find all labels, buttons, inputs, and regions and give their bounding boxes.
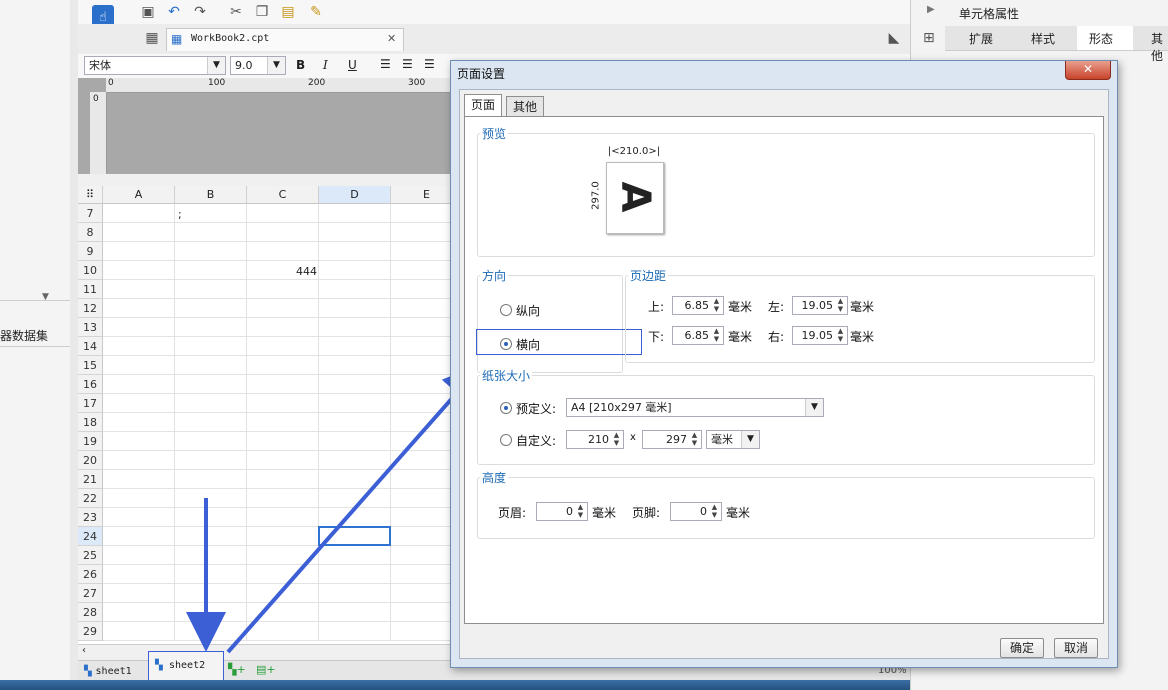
dialog-title: 页面设置 [457, 67, 506, 81]
custom-unit-value: 毫米 [711, 433, 733, 446]
chevron-down-icon[interactable]: ▼ [805, 399, 823, 416]
landscape-highlight-box [476, 329, 642, 355]
left-margin-input[interactable]: 19.05 ▲ ▼ [792, 296, 848, 315]
orientation-title: 方向 [480, 267, 509, 284]
custom-height-value: 297 [666, 433, 687, 446]
dim-arrow-right-icon: >| [648, 146, 661, 157]
page-tab-panel: 预览 |<210.0>| 297.0 A 方向 纵向 横向 页边距 上: 6.8… [464, 116, 1104, 624]
spinner-arrows-icon[interactable]: ▲ ▼ [711, 297, 722, 314]
page-setup-dialog: 页面设置 ✕ 页面 其他 预览 |<210.0>| 297.0 A 方向 纵向 … [450, 60, 1118, 668]
custom-radio[interactable] [500, 434, 512, 446]
custom-width-input[interactable]: 210 ▲ ▼ [566, 430, 624, 449]
paper-size-group: 纸张大小 预定义: A4 [210x297 毫米] ▼ 自定义: 210 ▲ ▼ … [477, 367, 1095, 465]
chevron-down-icon[interactable]: ▼ [741, 431, 759, 448]
footer-height-input[interactable]: 0 ▲ ▼ [670, 502, 722, 521]
right-margin-input[interactable]: 19.05 ▲ ▼ [792, 326, 848, 345]
custom-height-input[interactable]: 297 ▲ ▼ [642, 430, 702, 449]
preview-letter: A [612, 181, 658, 213]
bottom-margin-value: 6.85 [684, 329, 710, 342]
header-height-unit: 毫米 [592, 506, 617, 520]
custom-label[interactable]: 自定义: [516, 432, 556, 449]
arrow-diagonal [226, 363, 484, 654]
paper-size-title: 纸张大小 [480, 367, 533, 384]
preview-height-dim: 297.0 [588, 162, 602, 232]
header-height-input[interactable]: 0 ▲ ▼ [536, 502, 588, 521]
bottom-margin-input[interactable]: 6.85 ▲ ▼ [672, 326, 724, 345]
preview-width-dim: |<210.0>| [606, 146, 662, 158]
left-margin-value: 19.05 [801, 299, 834, 312]
predefined-size-select[interactable]: A4 [210x297 毫米] ▼ [566, 398, 824, 417]
spinner-arrows-icon[interactable]: ▲ ▼ [835, 327, 846, 344]
footer-height-label: 页脚: [632, 506, 661, 520]
dialog-body: 页面 其他 预览 |<210.0>| 297.0 A 方向 纵向 横向 页边距 … [459, 89, 1109, 659]
custom-times-sign: x [630, 432, 636, 443]
spinner-arrows-icon[interactable]: ▲ ▼ [611, 431, 622, 448]
tab-other[interactable]: 其他 [506, 96, 545, 116]
spinner-arrows-icon[interactable]: ▲ ▼ [689, 431, 700, 448]
predefined-label[interactable]: 预定义: [516, 400, 556, 417]
header-height-value: 0 [566, 505, 573, 518]
orientation-group: 方向 纵向 横向 [477, 267, 623, 373]
spinner-arrows-icon[interactable]: ▲ ▼ [835, 297, 846, 314]
dim-arrow-left-icon: |< [607, 146, 620, 157]
custom-width-value: 210 [588, 433, 609, 446]
left-margin-unit: 毫米 [850, 300, 875, 314]
margin-title: 页边距 [628, 267, 669, 284]
tab-page[interactable]: 页面 [464, 94, 503, 117]
spinner-arrows-icon[interactable]: ▲ ▼ [709, 503, 720, 520]
preview-group: 预览 |<210.0>| 297.0 A [477, 125, 1095, 257]
custom-unit-select[interactable]: 毫米 ▼ [706, 430, 760, 449]
predefined-size-value: A4 [210x297 毫米] [571, 401, 672, 414]
bottom-margin-label: 下: [648, 330, 665, 344]
right-margin-value: 19.05 [801, 329, 834, 342]
top-margin-input[interactable]: 6.85 ▲ ▼ [672, 296, 724, 315]
bottom-margin-unit: 毫米 [728, 330, 753, 344]
portrait-label[interactable]: 纵向 [516, 302, 540, 319]
footer-height-value: 0 [700, 505, 707, 518]
preview-title: 预览 [480, 125, 509, 142]
height-group: 高度 页眉: 0 ▲ ▼ 毫米 页脚: 0 ▲ ▼ 毫米 [477, 469, 1095, 539]
top-margin-value: 6.85 [684, 299, 710, 312]
top-margin-label: 上: [648, 300, 665, 314]
preview-page: A [606, 162, 664, 234]
spinner-arrows-icon[interactable]: ▲ ▼ [575, 503, 586, 520]
header-height-label: 页眉: [498, 506, 527, 520]
preview-height: 297.0 [590, 181, 602, 210]
left-margin-label: 左: [768, 300, 785, 314]
margin-group: 页边距 上: 6.85 ▲ ▼ 毫米 左: 19.05 ▲ ▼ 毫米 下: 6.85… [625, 267, 1095, 363]
preview-width: 210.0 [619, 146, 649, 157]
right-margin-label: 右: [768, 330, 785, 344]
height-title: 高度 [480, 469, 509, 486]
predefined-radio[interactable] [500, 402, 512, 414]
spinner-arrows-icon[interactable]: ▲ ▼ [711, 327, 722, 344]
top-margin-unit: 毫米 [728, 300, 753, 314]
right-margin-unit: 毫米 [850, 330, 875, 344]
portrait-radio[interactable] [500, 304, 512, 316]
footer-height-unit: 毫米 [726, 506, 751, 520]
close-button[interactable]: ✕ [1065, 61, 1111, 80]
ok-button[interactable]: 确定 [1000, 638, 1044, 658]
cancel-button[interactable]: 取消 [1054, 638, 1098, 658]
